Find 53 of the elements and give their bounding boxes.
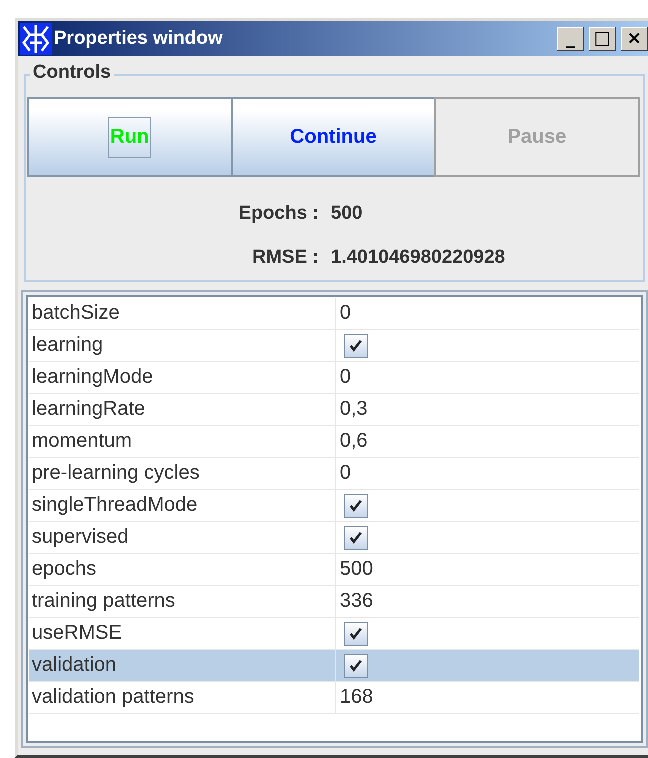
readout-value: 500 [331, 203, 364, 225]
checkbox[interactable] [344, 334, 368, 358]
property-name: learningMode [31, 365, 154, 390]
property-value: 336 [340, 590, 374, 613]
action-button[interactable]: Continue [230, 97, 436, 177]
property-value: 0 [340, 302, 352, 325]
checkbox[interactable] [344, 654, 368, 678]
property-value: 0,6 [340, 430, 368, 453]
property-value: 0 [340, 462, 352, 485]
readout-label: Epochs : [238, 203, 319, 225]
window-title: Properties window [54, 28, 224, 50]
property-row[interactable]: pre-learning cycles 0 [29, 458, 639, 490]
checkbox[interactable] [344, 622, 368, 646]
app-icon [20, 22, 52, 54]
property-row[interactable]: validation [29, 650, 639, 682]
close-button[interactable]: × [621, 26, 648, 50]
property-value: 0 [340, 366, 352, 389]
readout-value: 1.401046980220928 [331, 247, 506, 269]
property-row[interactable]: supervised [29, 522, 639, 554]
property-name: singleThreadMode [31, 493, 199, 518]
property-name: learning [31, 333, 104, 358]
property-name: momentum [31, 429, 134, 454]
property-row[interactable]: epochs 500 [29, 554, 639, 586]
check-icon [349, 626, 363, 640]
check-icon [349, 530, 363, 544]
property-name: validation patterns [31, 685, 196, 710]
property-name: batchSize [31, 301, 121, 326]
property-row[interactable]: batchSize 0 [29, 298, 639, 330]
property-name: validation [31, 653, 118, 678]
check-icon [349, 658, 363, 672]
property-name: pre-learning cycles [31, 461, 201, 486]
property-row[interactable]: learning [29, 330, 639, 362]
property-name: supervised [31, 525, 130, 550]
property-value: 500 [340, 558, 374, 581]
property-value: 0,3 [340, 398, 368, 421]
property-row[interactable]: learningMode 0 [29, 362, 639, 394]
checkbox[interactable] [344, 494, 368, 518]
checkbox[interactable] [344, 526, 368, 550]
property-name: training patterns [31, 589, 176, 614]
property-row[interactable]: learningRate 0,3 [29, 394, 639, 426]
property-value: 168 [340, 686, 374, 709]
property-row[interactable]: training patterns 336 [29, 586, 639, 618]
property-row[interactable]: validation patterns 168 [29, 682, 639, 714]
property-row[interactable]: momentum 0,6 [29, 426, 639, 458]
check-icon [349, 498, 363, 512]
minimize-button[interactable]: _ [557, 26, 584, 50]
property-row[interactable]: singleThreadMode [29, 490, 639, 522]
property-name: learningRate [31, 397, 146, 422]
maximize-button[interactable]: □ [589, 26, 616, 50]
check-icon [349, 338, 363, 352]
property-name: epochs [31, 557, 98, 582]
readout-label: RMSE : [252, 247, 319, 269]
property-name: useRMSE [31, 621, 124, 646]
